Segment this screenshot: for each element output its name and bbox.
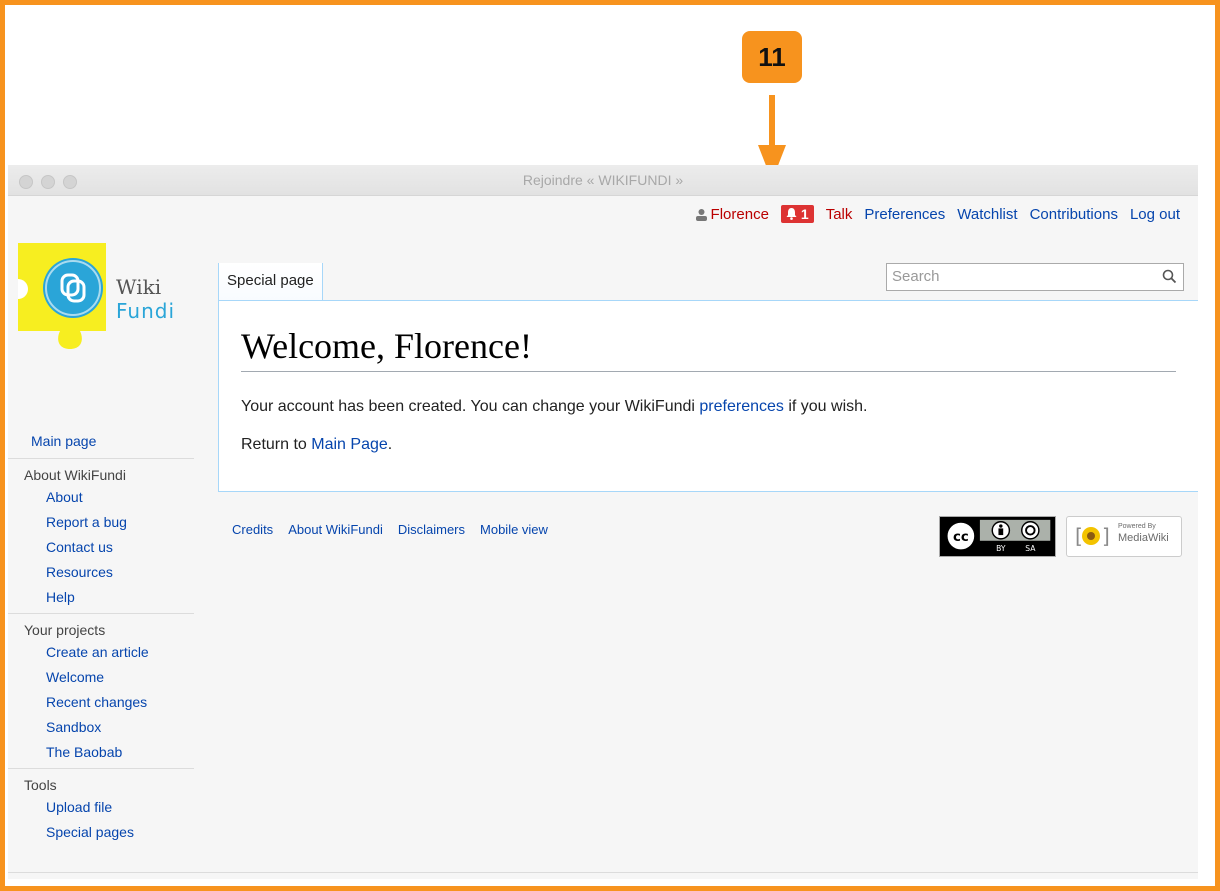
watchlist-link[interactable]: Watchlist [957, 206, 1017, 223]
footer-credits-link[interactable]: Credits [232, 522, 273, 537]
sidebar-item-contact[interactable]: Contact us [46, 535, 194, 560]
search-box[interactable]: Search [886, 263, 1184, 291]
username-link[interactable]: Florence [711, 206, 769, 223]
message-text-end: if you wish. [783, 398, 868, 415]
cc-sa-label: SA [1025, 544, 1036, 553]
user-menu[interactable]: Florence [695, 206, 769, 223]
portal-heading-about: About WikiFundi [24, 467, 126, 483]
message-text: Your account has been created. You can c… [241, 398, 700, 415]
powered-by-mediawiki-badge[interactable]: [ ] Powered By MediaWiki [1066, 516, 1182, 557]
sidebar-item-baobab[interactable]: The Baobab [46, 740, 194, 765]
sidebar-item-main-page[interactable]: Main page [31, 433, 194, 449]
tab-special-page[interactable]: Special page [218, 263, 323, 301]
main-page-inline-link[interactable]: Main Page [311, 436, 388, 453]
logout-link[interactable]: Log out [1130, 206, 1180, 223]
mw-badge-line1: Powered By [1118, 523, 1156, 530]
svg-text:[: [ [1075, 524, 1083, 548]
return-message: Return to Main Page. [241, 436, 392, 454]
footer-links: Credits About WikiFundi Disclaimers Mobi… [232, 522, 548, 537]
sidebar-item-welcome[interactable]: Welcome [46, 665, 194, 690]
search-input[interactable]: Search [892, 268, 940, 285]
window-bottom-divider [8, 872, 1198, 873]
window-title: Rejoindre « WIKIFUNDI » [522, 172, 684, 188]
bell-icon [786, 208, 797, 220]
logo-text-wiki: Wiki [116, 275, 162, 299]
cc-by-sa-badge[interactable]: cc BY SA [939, 516, 1056, 557]
portal-about: About WikiFundi About Report a bug Conta… [8, 459, 198, 614]
contributions-link[interactable]: Contributions [1030, 206, 1118, 223]
sidebar-item-sandbox[interactable]: Sandbox [46, 715, 194, 740]
sidebar-item-recent-changes[interactable]: Recent changes [46, 690, 194, 715]
return-text: Return to [241, 436, 312, 453]
preferences-link[interactable]: Preferences [864, 206, 945, 223]
main-content: Welcome, Florence! Your account has been… [218, 300, 1198, 492]
search-icon[interactable] [1162, 269, 1177, 284]
mediawiki-sunflower-icon: [ ] [1075, 524, 1110, 548]
cc-mark: cc [953, 530, 969, 545]
logo-text-fundi: Fundi [116, 299, 176, 323]
footer-mobile-view-link[interactable]: Mobile view [480, 522, 548, 537]
portal-heading-tools: Tools [24, 777, 57, 793]
page-title: Welcome, Florence! [241, 326, 532, 366]
sidebar-item-create-article[interactable]: Create an article [46, 640, 194, 665]
portal-tools: Tools Upload file Special pages [8, 769, 198, 845]
sidebar-item-resources[interactable]: Resources [46, 560, 194, 585]
sidebar-item-help[interactable]: Help [46, 585, 194, 610]
mw-badge-line2: MediaWiki [1118, 532, 1169, 544]
sidebar-item-upload-file[interactable]: Upload file [46, 795, 198, 820]
sidebar-item-about[interactable]: About [46, 485, 194, 510]
sidebar: Main page About WikiFundi About Report a… [8, 433, 198, 845]
footer-disclaimers-link[interactable]: Disclaimers [398, 522, 465, 537]
account-created-message: Your account has been created. You can c… [241, 398, 867, 416]
cc-by-label: BY [996, 544, 1006, 553]
browser-window: Rejoindre « WIKIFUNDI » Florence 1 Talk … [8, 165, 1198, 879]
personal-toolbar: Florence 1 Talk Preferences Watchlist Co… [695, 205, 1180, 223]
sidebar-main: Main page [8, 433, 194, 459]
step-number-badge: 11 [742, 31, 802, 83]
notification-count: 1 [800, 206, 809, 222]
portal-projects: Your projects Create an article Welcome … [8, 614, 198, 769]
window-titlebar: Rejoindre « WIKIFUNDI » [8, 165, 1198, 196]
sidebar-item-report-bug[interactable]: Report a bug [46, 510, 194, 535]
notifications-button[interactable]: 1 [780, 205, 814, 223]
sidebar-item-special-pages[interactable]: Special pages [46, 820, 198, 845]
footer-about-link[interactable]: About WikiFundi [288, 522, 383, 537]
preferences-inline-link[interactable]: preferences [699, 398, 784, 415]
talk-link[interactable]: Talk [826, 206, 853, 223]
user-icon [695, 208, 707, 221]
return-text-end: . [387, 436, 393, 453]
portal-heading-projects: Your projects [24, 622, 106, 638]
title-divider [241, 371, 1176, 372]
svg-text:]: ] [1102, 524, 1110, 548]
